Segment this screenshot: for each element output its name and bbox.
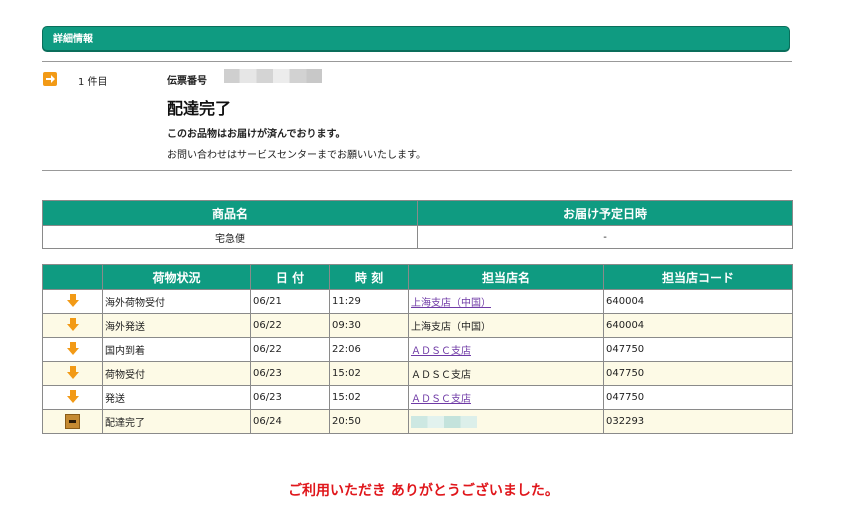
store-code-cell: 640004 xyxy=(603,313,793,338)
store-cell: 上海支店（中国） xyxy=(408,313,604,338)
store-cell: ＡＤＳＣ支店 xyxy=(408,361,604,386)
store-code-cell: 047750 xyxy=(603,385,793,410)
status-icon-cell xyxy=(42,337,103,362)
store-code-cell: 640004 xyxy=(603,289,793,314)
slip-number-label: 伝票番号 xyxy=(167,76,207,87)
down-arrow-icon xyxy=(66,293,79,310)
store-link[interactable]: ＡＤＳＣ支店 xyxy=(411,346,471,357)
delivered-message: このお品物はお届けが済んでおります。 xyxy=(167,129,346,140)
down-arrow-icon xyxy=(66,365,79,382)
delivery-date-cell: - xyxy=(417,225,793,249)
store-code-column-header: 担当店コード xyxy=(603,264,793,290)
tracking-row: 国内到着 06/22 22:06 ＡＤＳＣ支店 047750 xyxy=(42,337,793,362)
status-icon-cell xyxy=(42,385,103,410)
details-header-title: 詳細情報 xyxy=(53,34,93,45)
tracking-row: 海外発送 06/22 09:30 上海支店（中国） 640004 xyxy=(42,313,793,338)
tracking-row: 発送 06/23 15:02 ＡＤＳＣ支店 047750 xyxy=(42,385,793,410)
product-name-header: 商品名 xyxy=(42,200,418,226)
store-code-cell: 047750 xyxy=(603,337,793,362)
status-icon-cell xyxy=(42,289,103,314)
store-name: 上海支店（中国） xyxy=(411,322,491,333)
store-cell: ＡＤＳＣ支店 xyxy=(408,385,604,410)
status-cell: 配達完了 xyxy=(102,409,251,434)
status-icon-cell xyxy=(42,361,103,386)
store-cell: ＡＤＳＣ支店 xyxy=(408,337,604,362)
tracking-row: 荷物受付 06/23 15:02 ＡＤＳＣ支店 047750 xyxy=(42,361,793,386)
tracking-table: 荷物状況 日 付 時 刻 担当店名 担当店コード 海外荷物受付 06/21 11:2… xyxy=(42,264,793,434)
tracking-row: 海外荷物受付 06/21 11:29 上海支店（中国） 640004 xyxy=(42,289,793,314)
time-cell: 11:29 xyxy=(329,289,409,314)
status-cell: 発送 xyxy=(102,385,251,410)
store-link[interactable]: ＡＤＳＣ支店 xyxy=(411,394,471,405)
time-cell: 09:30 xyxy=(329,313,409,338)
right-arrow-icon xyxy=(43,72,57,86)
down-arrow-icon xyxy=(66,317,79,334)
date-cell: 06/22 xyxy=(250,313,330,338)
status-cell: 荷物受付 xyxy=(102,361,251,386)
date-cell: 06/23 xyxy=(250,385,330,410)
product-table: 商品名 お届け予定日時 宅急便 - xyxy=(42,200,793,249)
item-count: 1 件目 xyxy=(78,77,108,88)
store-name: ＡＤＳＣ支店 xyxy=(411,370,471,381)
product-name-cell: 宅急便 xyxy=(42,225,418,249)
store-cell xyxy=(408,409,604,434)
store-cell: 上海支店（中国） xyxy=(408,289,604,314)
details-header-bar: 詳細情報 xyxy=(42,26,790,51)
status-icon-cell xyxy=(42,409,103,434)
package-box-icon xyxy=(65,414,80,429)
date-cell: 06/21 xyxy=(250,289,330,314)
delivery-date-header: お届け予定日時 xyxy=(417,200,793,226)
time-cell: 20:50 xyxy=(329,409,409,434)
icon-column-header xyxy=(42,264,103,290)
slip-number-redacted xyxy=(224,69,322,83)
thanks-message: ご利用いただき ありがとうございました。 xyxy=(288,483,559,499)
store-column-header: 担当店名 xyxy=(408,264,604,290)
down-arrow-icon xyxy=(66,341,79,358)
status-icon-cell xyxy=(42,313,103,338)
date-column-header: 日 付 xyxy=(250,264,330,290)
store-link[interactable]: 上海支店（中国） xyxy=(411,298,491,309)
date-cell: 06/24 xyxy=(250,409,330,434)
divider-top xyxy=(42,61,792,62)
contact-message: お問い合わせはサービスセンターまでお願いいたします。 xyxy=(167,150,426,161)
time-column-header: 時 刻 xyxy=(329,264,409,290)
status-cell: 国内到着 xyxy=(102,337,251,362)
delivery-status-title: 配達完了 xyxy=(167,99,232,118)
time-cell: 15:02 xyxy=(329,361,409,386)
down-arrow-icon xyxy=(66,389,79,406)
store-code-cell: 032293 xyxy=(603,409,793,434)
date-cell: 06/22 xyxy=(250,337,330,362)
store-name-redacted xyxy=(411,415,477,428)
status-column-header: 荷物状況 xyxy=(102,264,251,290)
date-cell: 06/23 xyxy=(250,361,330,386)
divider-bottom xyxy=(42,170,792,171)
store-code-cell: 047750 xyxy=(603,361,793,386)
time-cell: 22:06 xyxy=(329,337,409,362)
time-cell: 15:02 xyxy=(329,385,409,410)
status-cell: 海外荷物受付 xyxy=(102,289,251,314)
tracking-row: 配達完了 06/24 20:50 032293 xyxy=(42,409,793,434)
status-cell: 海外発送 xyxy=(102,313,251,338)
